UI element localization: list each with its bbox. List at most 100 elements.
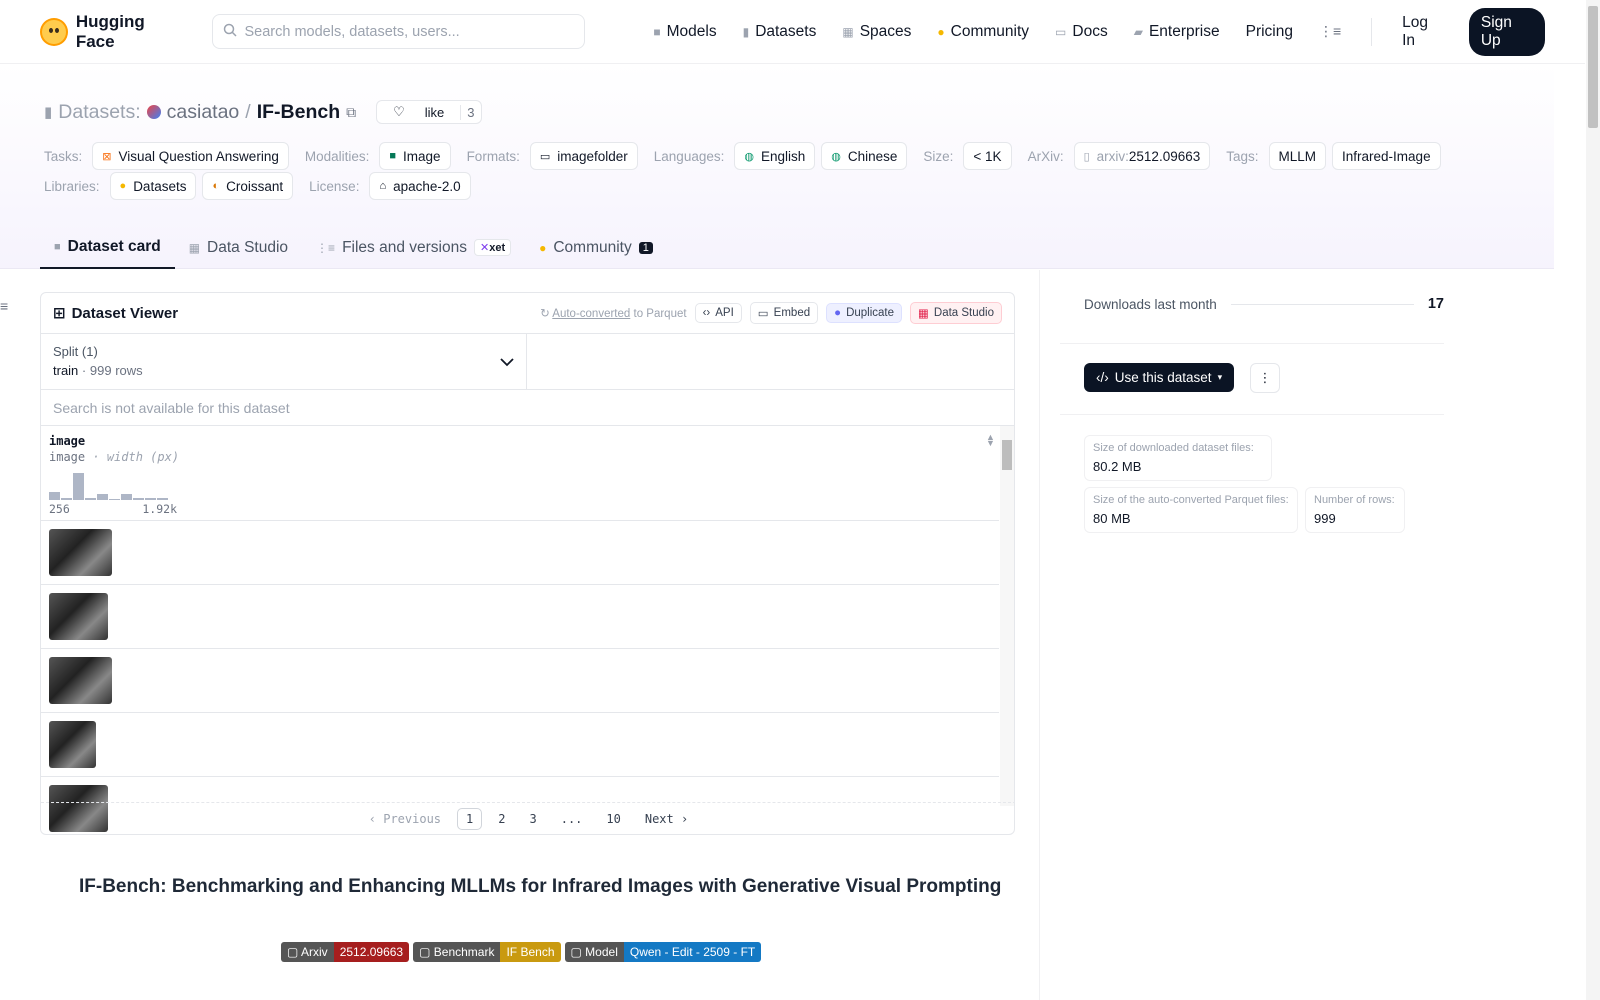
repo-title: ▮ Datasets: casiatao / IF-Bench ⧉ ♡ like … — [44, 100, 482, 124]
table-row[interactable] — [41, 585, 999, 649]
repo-tabs: ■ Dataset card ▦ Data Studio ⋮≡ Files and v… — [40, 226, 667, 269]
tag-license[interactable]: ⌂ apache-2.0 — [369, 172, 471, 200]
nav-community[interactable]: ● Community — [937, 23, 1029, 41]
tag-language-english[interactable]: ◍ English — [734, 142, 816, 170]
tab-files-and-versions[interactable]: ⋮≡ Files and versions ✕xet — [302, 226, 525, 269]
downloads-sparkline — [1230, 303, 1414, 305]
embed-button[interactable]: ▭ Embed — [749, 302, 819, 324]
histogram-bar[interactable] — [61, 498, 72, 500]
cube-icon: ■ — [653, 24, 661, 39]
tag-arxiv[interactable]: ▯ arxiv: 2512.09663 — [1073, 142, 1211, 170]
image-thumbnail[interactable] — [49, 721, 96, 768]
more-options-button[interactable]: ⋮ — [1250, 363, 1280, 393]
histogram-bar[interactable] — [109, 499, 120, 500]
readme-badge[interactable]: ▢ Model Qwen - Edit - 2509 - FT — [564, 942, 762, 962]
tag-size[interactable]: < 1K — [963, 142, 1012, 170]
column-header-image[interactable]: image image · width (px) 256 1.92k — [41, 426, 999, 521]
page-1-button[interactable]: 1 — [457, 808, 483, 830]
dataset-search-disabled: Search is not available for this dataset — [41, 390, 1014, 426]
xet-badge: ✕xet — [473, 239, 512, 256]
tag-library-croissant[interactable]: ◐ Croissant — [202, 172, 294, 200]
logo[interactable]: Hugging Face — [40, 12, 188, 52]
tag-library-datasets[interactable]: ● Datasets — [109, 172, 197, 200]
repo-name[interactable]: IF-Bench — [257, 101, 340, 124]
nav-enterprise[interactable]: ▰ Enterprise — [1134, 23, 1220, 41]
nav-pricing[interactable]: Pricing — [1246, 23, 1293, 41]
column-divider — [1039, 270, 1040, 1000]
tag-language-chinese[interactable]: ◍ Chinese — [821, 142, 908, 170]
use-this-dataset-button[interactable]: ‹/› Use this dataset ▾ — [1084, 363, 1235, 392]
readme-badge[interactable]: ▢ Benchmark IF Bench — [413, 942, 561, 962]
auto-converted-note[interactable]: ↻ Auto-converted to Parquet — [540, 306, 686, 320]
page-scrollbar[interactable] — [1586, 0, 1600, 1000]
login-link[interactable]: Log In — [1402, 14, 1443, 50]
histogram-bar[interactable] — [121, 494, 132, 500]
sidebar-toggle-icon[interactable]: ≡ — [0, 298, 8, 314]
like-count: 3 — [460, 104, 480, 120]
viewer-scrollbar-thumb[interactable] — [1002, 440, 1012, 470]
tab-dataset-card[interactable]: ■ Dataset card — [40, 226, 175, 269]
tab-data-studio[interactable]: ▦ Data Studio — [175, 226, 302, 269]
histogram-bar[interactable] — [97, 494, 108, 500]
main-nav: ■ Models ▮ Datasets ▦ Spaces ● Community ▭ Do… — [653, 7, 1545, 56]
previous-page-button[interactable]: ‹ Previous — [361, 809, 449, 829]
image-thumbnail[interactable] — [49, 593, 108, 640]
nav-models[interactable]: ■ Models — [653, 23, 716, 41]
page-2-button[interactable]: 2 — [490, 809, 513, 829]
histogram-bar[interactable] — [157, 498, 168, 500]
split-selector[interactable]: Split (1) train · 999 rows — [41, 334, 527, 389]
api-button[interactable]: ‹› API — [694, 303, 742, 323]
viewer-header: ⊞ Dataset Viewer ↻ Auto-converted to Parq… — [41, 293, 1014, 334]
tag-infrared-image[interactable]: Infrared-Image — [1332, 142, 1441, 170]
table-icon: ▦ — [188, 240, 201, 255]
page-10-button[interactable]: 10 — [598, 809, 628, 829]
kebab-icon: ⋮ — [1258, 370, 1272, 385]
hands-icon: ● — [539, 240, 547, 255]
downloads-stat: Downloads last month 17 — [1084, 296, 1444, 312]
table-row[interactable] — [41, 521, 999, 585]
page-3-button[interactable]: 3 — [521, 809, 544, 829]
viewer-title: ⊞ Dataset Viewer — [53, 304, 179, 323]
histogram-bar[interactable] — [145, 498, 156, 500]
copy-icon[interactable]: ⧉ — [346, 104, 356, 121]
nav-datasets[interactable]: ▮ Datasets — [743, 23, 817, 41]
viewer-scrollbar[interactable] — [1000, 426, 1014, 806]
next-page-button[interactable]: Next › — [637, 809, 696, 829]
hands-icon: ● — [937, 24, 945, 39]
image-thumbnail[interactable] — [49, 657, 112, 704]
badge-label: ▢ Benchmark — [413, 942, 501, 962]
duplicate-button[interactable]: ● Duplicate — [826, 303, 903, 323]
tags-row-2: Libraries: ● Datasets ◐ Croissant License:… — [44, 172, 471, 200]
signup-button[interactable]: Sign Up — [1468, 7, 1545, 56]
histogram-bar[interactable] — [73, 473, 84, 500]
histogram-bar[interactable] — [49, 492, 60, 500]
vqa-icon: ⊠ — [102, 150, 112, 163]
like-button[interactable]: ♡ like 3 — [376, 100, 482, 124]
tag-modality[interactable]: ■ Image — [379, 142, 451, 170]
readme-badge[interactable]: ▢ Arxiv 2512.09663 — [281, 942, 410, 962]
tab-community[interactable]: ● Community 1 — [525, 226, 667, 269]
histogram-bar[interactable] — [85, 498, 96, 500]
more-menu-icon[interactable]: ⋮≡ — [1319, 23, 1341, 40]
viewer-actions: ↻ Auto-converted to Parquet ‹› API ▭ Embed… — [540, 302, 1002, 324]
nav-spaces[interactable]: ▦ Spaces — [842, 23, 911, 41]
tag-format[interactable]: ▭ imagefolder — [529, 142, 638, 170]
page-scrollbar-thumb[interactable] — [1588, 6, 1598, 128]
divider — [1060, 414, 1444, 415]
data-rows — [41, 521, 999, 834]
owner-avatar — [146, 105, 161, 119]
tag-task[interactable]: ⊠ Visual Question Answering — [92, 142, 289, 170]
width-histogram[interactable] — [49, 472, 991, 500]
table-row[interactable] — [41, 649, 999, 713]
nav-docs[interactable]: ▭ Docs — [1055, 23, 1108, 41]
repo-owner-link[interactable]: casiatao — [167, 101, 240, 124]
table-row[interactable] — [41, 713, 999, 777]
image-thumbnail[interactable] — [49, 529, 112, 576]
search-placeholder: Search models, datasets, users... — [244, 23, 460, 40]
data-studio-button[interactable]: ▦ Data Studio — [910, 302, 1002, 324]
sort-icon[interactable]: ▲ ▼ — [986, 433, 995, 448]
histogram-bar[interactable] — [133, 498, 144, 500]
search-input[interactable]: Search models, datasets, users... — [211, 14, 586, 49]
badge-label: ▢ Arxiv — [281, 942, 334, 962]
tag-mllm[interactable]: MLLM — [1268, 142, 1327, 170]
